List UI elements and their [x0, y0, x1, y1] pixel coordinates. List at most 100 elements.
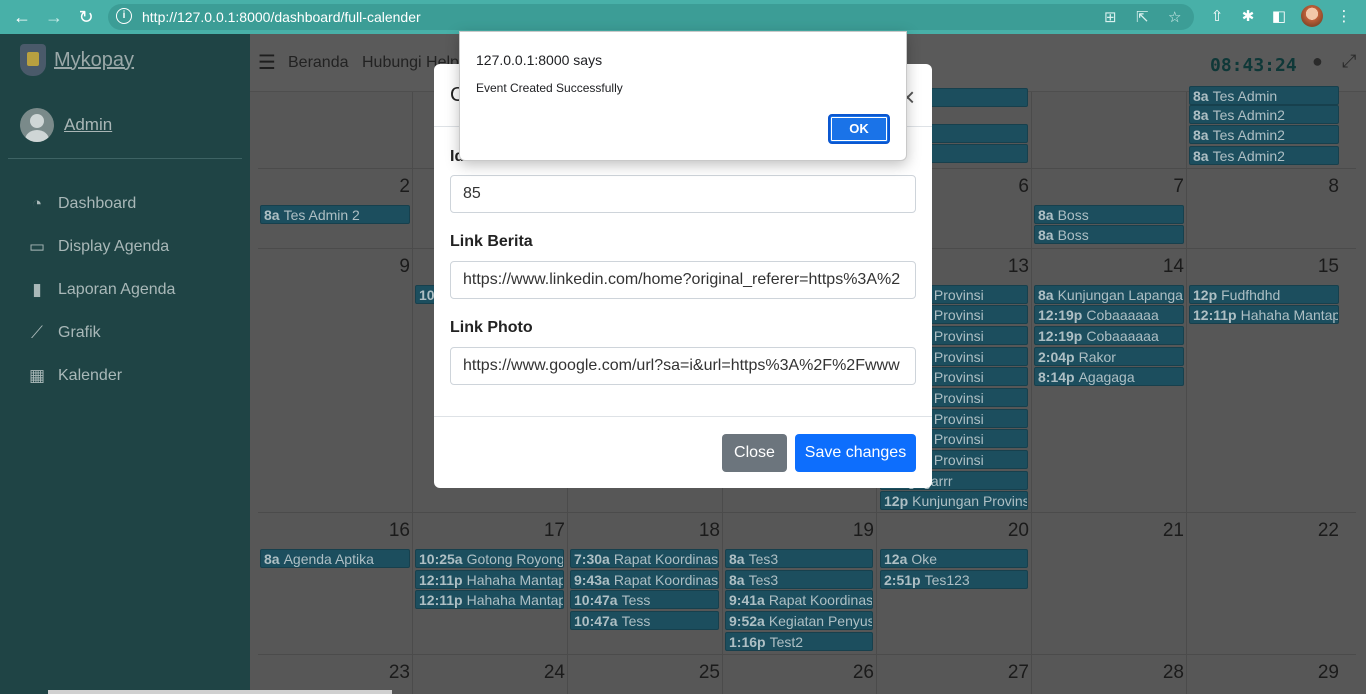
- calendar-event[interactable]: 8a Tes Admin 2: [260, 205, 410, 224]
- sidebar-item-grafik[interactable]: ⟋ Grafik: [26, 311, 175, 354]
- sidebar-item-display-agenda[interactable]: ▭ Display Agenda: [26, 225, 175, 268]
- calendar-event[interactable]: 8a Boss: [1034, 225, 1184, 244]
- site-info-icon[interactable]: i: [116, 8, 132, 24]
- grid-line: [1031, 92, 1032, 694]
- calendar-event[interactable]: 10:47a Tess: [570, 611, 719, 630]
- calendar-event[interactable]: 8a Tes Admin2: [1189, 125, 1339, 144]
- url-text[interactable]: http://127.0.0.1:8000/dashboard/full-cal…: [142, 9, 421, 25]
- calendar-event[interactable]: 8a Tes Admin2: [1189, 146, 1339, 165]
- day-number: 23: [388, 662, 410, 683]
- gauge-icon: ◔: [31, 193, 43, 213]
- link-berita-label: Link Berita: [450, 233, 533, 250]
- share-icon[interactable]: ⇱: [1136, 8, 1149, 26]
- address-bar[interactable]: i http://127.0.0.1:8000/dashboard/full-c…: [108, 4, 1194, 30]
- link-photo-label: Link Photo: [450, 319, 533, 336]
- day-number: 21: [1162, 520, 1184, 541]
- calendar-event[interactable]: 10:25a Gotong Royong: [415, 549, 564, 568]
- day-number: 15: [1317, 256, 1339, 277]
- day-number: 17: [543, 520, 565, 541]
- calendar-event[interactable]: 8:14p Agagaga: [1034, 367, 1184, 386]
- calendar-event[interactable]: 12:19p Cobaaaaaa: [1034, 305, 1184, 324]
- sidebar-divider: [8, 158, 242, 159]
- day-number: 28: [1162, 662, 1184, 683]
- calendar-event[interactable]: 8a Agenda Aptika: [260, 549, 410, 568]
- forward-arrow-icon[interactable]: →: [38, 0, 70, 34]
- file-icon: ▮: [32, 279, 42, 299]
- calendar-event[interactable]: 7:30a Rapat Koordinasi I: [570, 549, 719, 568]
- sidebar-item-label: Laporan Agenda: [58, 280, 176, 298]
- day-number: 2: [399, 176, 410, 197]
- nav-link-beranda[interactable]: Beranda: [288, 54, 349, 72]
- calendar-event[interactable]: 12:11p Hahaha Mantap: [415, 590, 564, 609]
- day-number: 8: [1328, 176, 1339, 197]
- calendar-event[interactable]: 12:11p Hahaha Mantap: [1189, 305, 1339, 324]
- sidebar: Mykopay Admin ◔ Dashboard ▭ Display Agen…: [0, 34, 250, 694]
- sidebar-item-label: Kalender: [58, 366, 123, 384]
- bookmark-star-icon[interactable]: ☆: [1168, 8, 1181, 26]
- calendar-event[interactable]: 12a Oke: [880, 549, 1028, 568]
- day-number: 19: [852, 520, 874, 541]
- calendar-event[interactable]: 10:47a Tess: [570, 590, 719, 609]
- back-arrow-icon[interactable]: ←: [6, 0, 38, 34]
- calendar-event[interactable]: 2:04p Rakor: [1034, 347, 1184, 366]
- browser-menu-icon[interactable]: ⋮: [1334, 7, 1354, 27]
- fullscreen-icon[interactable]: ⤢: [1342, 51, 1356, 72]
- brand[interactable]: Mykopay: [20, 44, 134, 76]
- sidebar-item-label: Grafik: [58, 323, 101, 341]
- brand-name[interactable]: Mykopay: [54, 49, 134, 72]
- calendar-event[interactable]: 8a Tes Admin: [1189, 86, 1339, 105]
- calendar-event[interactable]: 9:43a Rapat Koordinasi: [570, 570, 719, 589]
- ok-button[interactable]: OK: [828, 114, 890, 144]
- calendar-event[interactable]: 8a Tes Admin2: [1189, 105, 1339, 124]
- side-panel-icon[interactable]: ◧: [1269, 7, 1289, 27]
- calendar-event[interactable]: 9:41a Rapat Koordinasi I: [725, 590, 873, 609]
- monitor-icon: ▭: [28, 236, 46, 256]
- calendar-event[interactable]: 12p Fudfhdhd: [1189, 285, 1339, 304]
- close-button[interactable]: Close: [722, 434, 787, 472]
- calendar-event[interactable]: 12:19p Cobaaaaaa: [1034, 326, 1184, 345]
- calendar-event[interactable]: 12p Kunjungan Provinsi: [880, 491, 1028, 510]
- day-number: 18: [698, 520, 720, 541]
- calendar-icon: ▦: [28, 365, 46, 385]
- day-number: 14: [1162, 256, 1184, 277]
- save-changes-button[interactable]: Save changes: [795, 434, 916, 472]
- calendar-event[interactable]: 8a Kunjungan Lapangan: [1034, 285, 1184, 304]
- calendar-event[interactable]: 8a Tes3: [725, 549, 873, 568]
- extensions-puzzle-icon[interactable]: ✱: [1238, 7, 1258, 27]
- day-number: 29: [1317, 662, 1339, 683]
- clock: 08:43:24: [1210, 55, 1297, 76]
- browser-toolbar: ← → ↻ i http://127.0.0.1:8000/dashboard/…: [0, 0, 1366, 34]
- extension-upload-icon[interactable]: ⇧: [1207, 7, 1227, 27]
- link-berita-field[interactable]: https://www.linkedin.com/home?original_r…: [450, 261, 916, 299]
- link-photo-field[interactable]: https://www.google.com/url?sa=i&url=http…: [450, 347, 916, 385]
- calendar-event[interactable]: 1:16p Test2: [725, 632, 873, 651]
- calendar-event[interactable]: 12:11p Hahaha Mantap: [415, 570, 564, 589]
- calendar-event[interactable]: 9:52a Kegiatan Penyusu: [725, 611, 873, 630]
- day-number: 24: [543, 662, 565, 683]
- user-panel[interactable]: Admin: [20, 108, 112, 142]
- user-name[interactable]: Admin: [64, 115, 112, 135]
- sidebar-item-dashboard[interactable]: ◔ Dashboard: [26, 182, 175, 225]
- chart-line-icon: ⟋: [31, 322, 43, 342]
- day-number: 25: [698, 662, 720, 683]
- user-icon[interactable]: ●: [1312, 51, 1323, 72]
- day-number: 13: [1007, 256, 1029, 277]
- reload-icon[interactable]: ↻: [70, 0, 102, 34]
- translate-icon[interactable]: ⊞: [1104, 8, 1117, 26]
- sidebar-item-kalender[interactable]: ▦ Kalender: [26, 354, 175, 397]
- grid-line: [258, 512, 1356, 513]
- sidebar-item-laporan-agenda[interactable]: ▮ Laporan Agenda: [26, 268, 175, 311]
- hamburger-menu-icon[interactable]: ☰: [258, 50, 276, 75]
- calendar-event[interactable]: 8a Boss: [1034, 205, 1184, 224]
- day-number: 7: [1173, 176, 1184, 197]
- grid-line: [1186, 92, 1187, 694]
- profile-avatar[interactable]: [1301, 5, 1323, 27]
- day-number: 22: [1317, 520, 1339, 541]
- id-field[interactable]: 85: [450, 175, 916, 213]
- calendar-event[interactable]: 2:51p Tes123: [880, 570, 1028, 589]
- day-number: 6: [1018, 176, 1029, 197]
- day-number: 9: [399, 256, 410, 277]
- horizontal-scrollbar[interactable]: [48, 690, 392, 694]
- alert-title: 127.0.0.1:8000 says: [476, 52, 603, 68]
- calendar-event[interactable]: 8a Tes3: [725, 570, 873, 589]
